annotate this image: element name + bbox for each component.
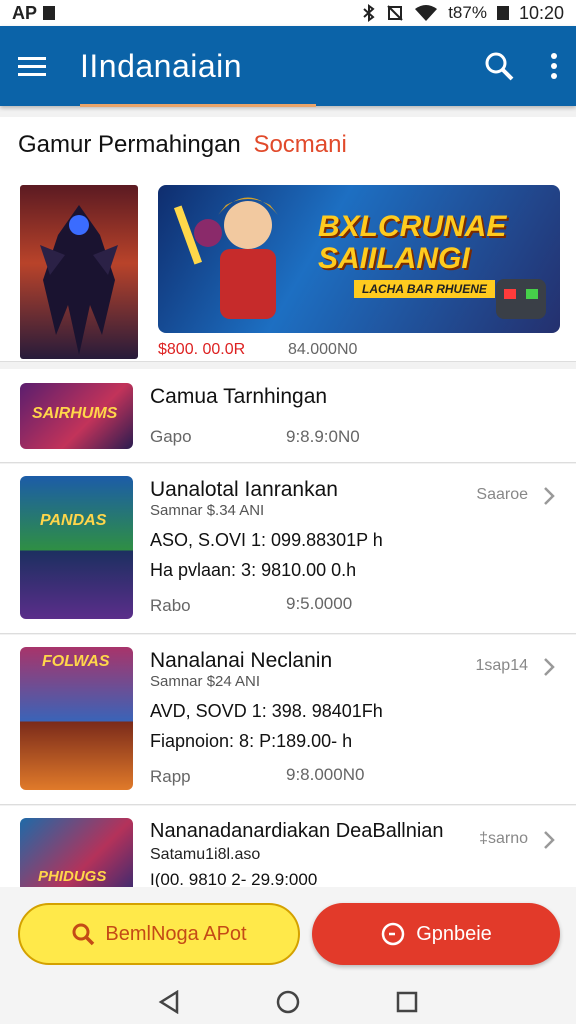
chat-icon (381, 922, 405, 946)
thumbnail-label: PANDAS (40, 512, 107, 529)
featured-poster[interactable] (20, 185, 138, 359)
item-title: Uanalotal Ianrankan (150, 478, 338, 501)
game-thumbnail: PANDAS (20, 476, 133, 619)
primary-action-label: BemlNoga APot (105, 922, 247, 945)
item-subtitle: Samnar $24 ANI (150, 673, 261, 690)
featured-section: Gamur Permahingan Socmani BXLCRUNAE SAII… (0, 117, 576, 362)
recents-icon[interactable] (396, 991, 418, 1013)
item-tag: 1sap14 (475, 657, 529, 674)
menu-icon[interactable] (18, 54, 46, 78)
item-price: 9:8.9:0N0 (286, 427, 360, 446)
wifi-icon (415, 5, 438, 21)
chevron-right-icon[interactable] (542, 830, 556, 850)
item-detail: ASO, S.OVI 1: 099.88301P h (150, 530, 383, 550)
status-bar: AP t87% 10:20 (0, 0, 576, 26)
secondary-action-label: Gpnbeie (416, 922, 492, 945)
item-title: Nananadanardiakan DeaBallnian (150, 820, 444, 842)
home-icon[interactable] (276, 990, 300, 1014)
item-subtitle: Samnar $.34 ANI (150, 502, 265, 519)
featured-price-secondary: 84.000N0 (288, 341, 358, 358)
bottom-bar: BemlNoga APot Gpnbeie (0, 887, 576, 1024)
item-label: Rapp (150, 767, 191, 786)
banner-subtitle: LACHA BAR RHUENE (354, 280, 495, 298)
item-detail: AVD, SOVD 1: 398. 98401Fh (150, 701, 383, 721)
item-label: Rabo (150, 596, 191, 615)
section-heading: Gamur Permahingan Socmani (18, 131, 347, 159)
more-vert-icon[interactable] (550, 52, 558, 80)
item-detail: I(00. 9810 2- 29.9:000 (150, 870, 318, 887)
back-icon[interactable] (158, 989, 180, 1014)
banner-robot-image (496, 279, 546, 319)
system-nav-bar (0, 979, 576, 1024)
list-item[interactable]: PHIDUGS Nananadanardiakan DeaBallnian Sa… (0, 806, 576, 887)
section-heading-accent[interactable]: Socmani (253, 131, 346, 158)
item-label: Gapo (150, 427, 192, 446)
featured-banner[interactable]: BXLCRUNAE SAIILANGI LACHA BAR RHUENE (158, 185, 560, 333)
item-price: 9:5.0000 (286, 594, 353, 613)
item-tag: ‡sarno (479, 830, 528, 847)
chevron-right-icon[interactable] (542, 657, 556, 677)
hero-figure-image (40, 205, 118, 355)
thumbnail-label: FOLWAS (42, 653, 110, 670)
app-title: IIndanaiain (80, 47, 243, 84)
thumbnail-label: SAIRHUMS (32, 405, 118, 422)
search-icon (72, 923, 95, 946)
list-item[interactable]: SAIRHUMS Camua Tarnhingan Gapo 9:8.9:0N0 (0, 369, 576, 463)
item-title: Nanalanai Neclanin (150, 649, 333, 672)
bluetooth-icon (363, 4, 375, 22)
status-left-text: AP (12, 2, 38, 23)
item-detail: Fiapnoion: 8: P:189.00- h (150, 731, 353, 751)
item-title: Camua Tarnhingan (150, 385, 328, 408)
battery-text: t87% (448, 3, 487, 22)
item-tag: Saaroe (476, 486, 528, 503)
game-thumbnail: FOLWAS (20, 647, 133, 790)
section-heading-text: Gamur Permahingan (18, 131, 241, 158)
chevron-right-icon[interactable] (542, 486, 556, 506)
item-price: 9:8.000N0 (286, 765, 365, 784)
primary-action-button[interactable]: BemlNoga APot (18, 903, 300, 965)
item-subtitle: Satamu1i8l.aso (150, 846, 261, 863)
thumbnail-label: PHIDUGS (38, 868, 107, 885)
list-item[interactable]: FOLWAS Nanalanai Neclanin Samnar $24 ANI… (0, 635, 576, 805)
nosignal-icon (387, 5, 403, 21)
list-item[interactable]: PANDAS Uanalotal Ianrankan Samnar $.34 A… (0, 464, 576, 634)
battery-icon (496, 6, 509, 20)
game-thumbnail: SAIRHUMS (20, 383, 133, 449)
search-icon[interactable] (484, 51, 514, 81)
game-thumbnail: PHIDUGS (20, 818, 133, 887)
content-area[interactable]: Gamur Permahingan Socmani BXLCRUNAE SAII… (0, 107, 576, 887)
notification-icon (43, 6, 56, 20)
secondary-action-button[interactable]: Gpnbeie (312, 903, 560, 965)
app-bar: IIndanaiain (0, 26, 576, 106)
featured-price: $800. 00.0R (158, 341, 246, 358)
banner-hero-image (173, 197, 278, 319)
item-detail: Ha pvlaan: 3: 9810.00 0.h (150, 560, 357, 580)
clock: 10:20 (518, 2, 564, 23)
